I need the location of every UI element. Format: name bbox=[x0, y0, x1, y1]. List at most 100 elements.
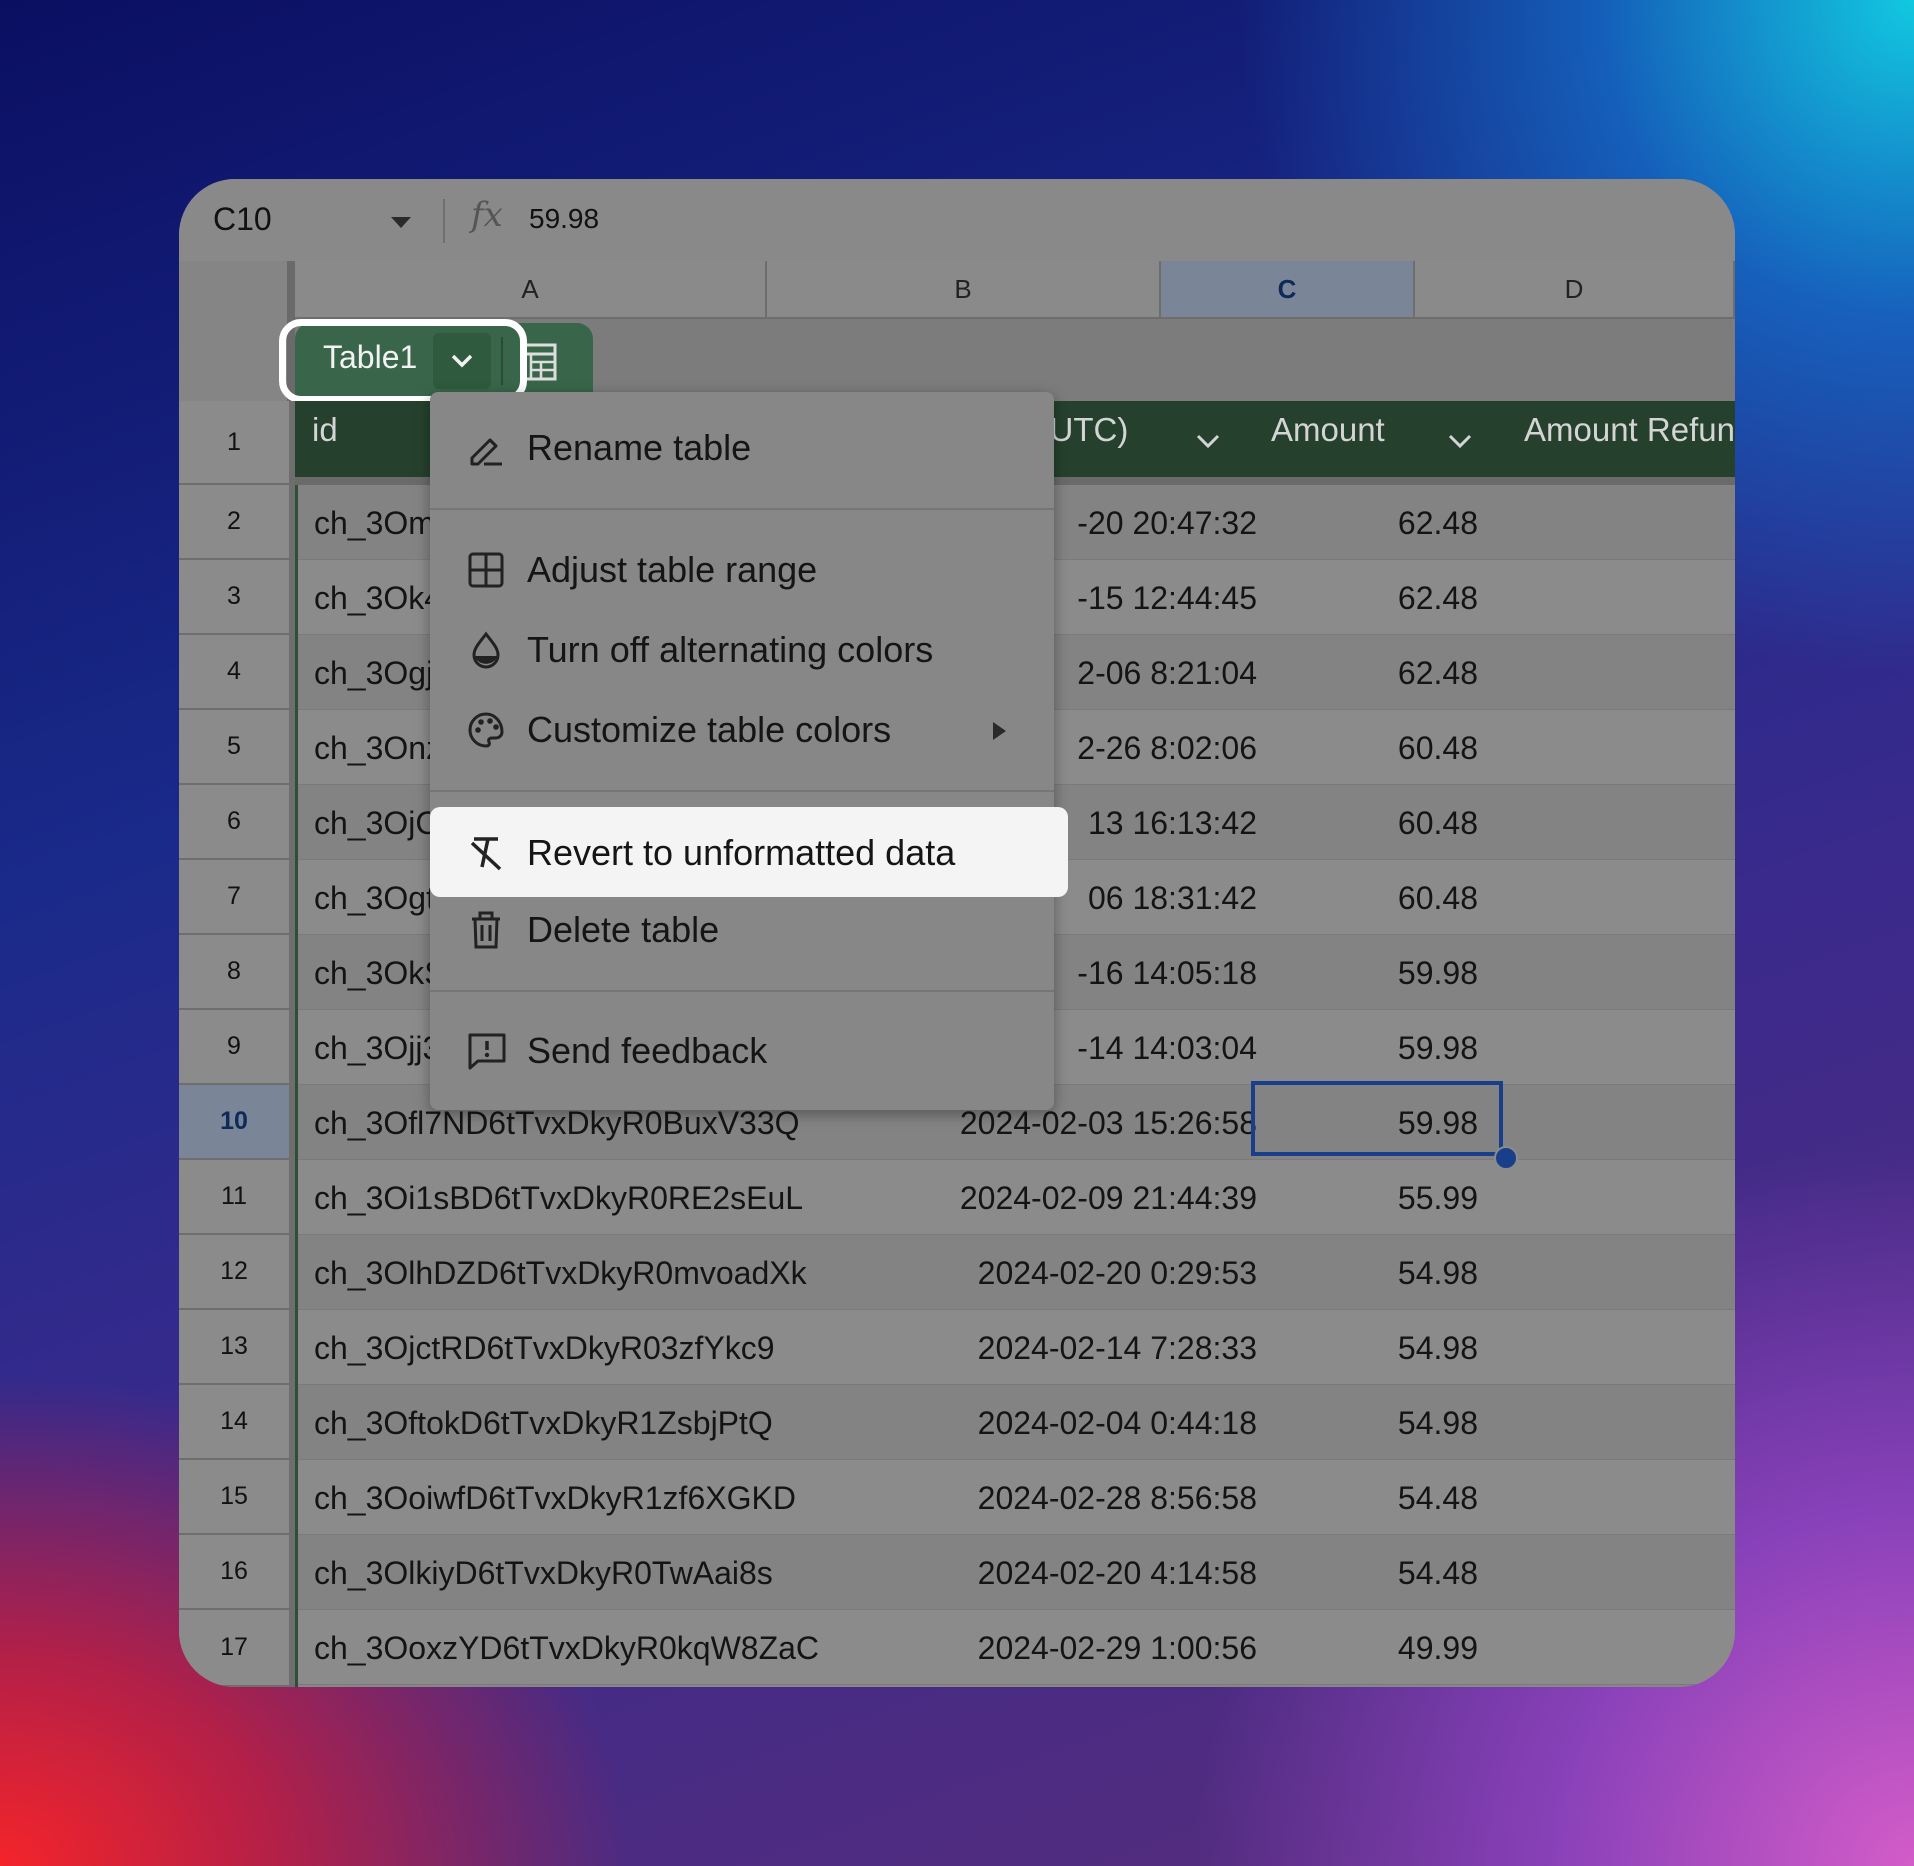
cell-amount[interactable]: 55.99 bbox=[1398, 1180, 1478, 1217]
cell-id[interactable]: ch_3OftokD6tTvxDkyR1ZsbjPtQ bbox=[314, 1405, 773, 1442]
cell-id[interactable]: ch_3OoiwfD6tTvxDkyR1zf6XGKD bbox=[314, 1480, 796, 1517]
cell-amount[interactable]: 49.99 bbox=[1398, 1630, 1478, 1667]
formula-separator bbox=[443, 199, 445, 243]
row-number[interactable]: 6 bbox=[179, 785, 289, 860]
table-chip-highlight bbox=[279, 319, 527, 403]
menu-item-adjust-table-range[interactable]: Adjust table range bbox=[430, 530, 1054, 608]
cell-amount[interactable]: 62.48 bbox=[1398, 655, 1478, 692]
menu-item-send-feedback[interactable]: Send feedback bbox=[430, 1011, 1054, 1089]
selected-cell-c10[interactable] bbox=[1251, 1081, 1503, 1156]
formula-value[interactable]: 59.98 bbox=[529, 203, 599, 235]
cell-date[interactable]: -16 14:05:18 bbox=[1077, 955, 1257, 992]
cell-id[interactable]: ch_3Om bbox=[314, 505, 435, 542]
chevron-down-icon[interactable] bbox=[1447, 433, 1473, 449]
menu-item-label: Send feedback bbox=[527, 1030, 768, 1071]
cell-id[interactable]: ch_3OkS bbox=[314, 955, 446, 992]
cell-id[interactable]: ch_3Ok4 bbox=[314, 580, 442, 617]
cell-date[interactable]: -14 14:03:04 bbox=[1077, 1030, 1257, 1067]
cell-amount[interactable]: 54.48 bbox=[1398, 1555, 1478, 1592]
cell-amount[interactable]: 60.48 bbox=[1398, 730, 1478, 767]
cell-id[interactable]: ch_3Onz bbox=[314, 730, 442, 767]
row-number[interactable]: 10 bbox=[179, 1085, 289, 1160]
row-number[interactable]: 12 bbox=[179, 1235, 289, 1310]
row-number[interactable]: 13 bbox=[179, 1310, 289, 1385]
row-number[interactable]: 7 bbox=[179, 860, 289, 935]
menu-item-label: Delete table bbox=[527, 909, 720, 950]
menu-item-label: Revert to unformatted data bbox=[527, 832, 956, 873]
menu-item-revert-to-unformatted-data[interactable]: Revert to unformatted data bbox=[430, 807, 1068, 897]
cell-id[interactable]: ch_3OjctRD6tTvxDkyR03zfYkc9 bbox=[314, 1330, 775, 1367]
cell-date[interactable]: -15 12:44:45 bbox=[1077, 580, 1257, 617]
cell-amount[interactable]: 54.48 bbox=[1398, 1480, 1478, 1517]
menu-item-turn-off-alternating-colors[interactable]: Turn off alternating colors bbox=[430, 610, 1054, 688]
cell-amount[interactable]: 59.98 bbox=[1398, 955, 1478, 992]
cell-amount[interactable]: 54.98 bbox=[1398, 1330, 1478, 1367]
cell-date[interactable]: 2024-02-20 0:29:53 bbox=[978, 1255, 1257, 1292]
cell-date[interactable]: -20 20:47:32 bbox=[1077, 505, 1257, 542]
row-number[interactable]: 11 bbox=[179, 1160, 289, 1235]
cell-amount[interactable]: 59.98 bbox=[1398, 1030, 1478, 1067]
cell-amount[interactable]: 54.98 bbox=[1398, 1255, 1478, 1292]
name-box-dropdown-icon[interactable] bbox=[391, 217, 411, 228]
row-number[interactable]: 3 bbox=[179, 560, 289, 635]
cell-amount[interactable]: 62.48 bbox=[1398, 580, 1478, 617]
row-number[interactable]: 5 bbox=[179, 710, 289, 785]
cell-id[interactable]: ch_3Ogj bbox=[314, 655, 433, 692]
menu-item-rename-table[interactable]: Rename table bbox=[430, 408, 1054, 486]
row-number[interactable]: 4 bbox=[179, 635, 289, 710]
cell-date[interactable]: 2024-02-28 8:56:58 bbox=[978, 1480, 1257, 1517]
header-amount[interactable]: Amount bbox=[1271, 411, 1385, 449]
table-row: ch_3OftokD6tTvxDkyR1ZsbjPtQ 2024-02-04 0… bbox=[295, 1385, 1735, 1460]
row-number[interactable]: 17 bbox=[179, 1610, 289, 1687]
color-drop-icon bbox=[472, 631, 500, 669]
cell-amount[interactable]: 60.48 bbox=[1398, 805, 1478, 842]
cell-date[interactable]: 2024-02-29 1:00:56 bbox=[978, 1630, 1257, 1667]
table-row: ch_3OjctRD6tTvxDkyR03zfYkc9 2024-02-14 7… bbox=[295, 1310, 1735, 1385]
cell-id[interactable]: ch_3Ofl7ND6tTvxDkyR0BuxV33Q bbox=[314, 1105, 800, 1142]
cell-date[interactable]: 2024-02-09 21:44:39 bbox=[960, 1180, 1257, 1217]
row-number[interactable]: 14 bbox=[179, 1385, 289, 1460]
table-row: ch_3OlkiyD6tTvxDkyR0TwAai8s 2024-02-20 4… bbox=[295, 1535, 1735, 1610]
cell-id[interactable]: ch_3Ogt bbox=[314, 880, 435, 917]
chevron-down-icon[interactable] bbox=[1195, 433, 1221, 449]
cell-date[interactable]: 2-06 8:21:04 bbox=[1077, 655, 1257, 692]
column-header-b[interactable]: B bbox=[767, 261, 1161, 319]
row-number[interactable]: 8 bbox=[179, 935, 289, 1010]
cell-amount[interactable]: 62.48 bbox=[1398, 505, 1478, 542]
feedback-icon bbox=[468, 1033, 506, 1070]
row-number[interactable]: 15 bbox=[179, 1460, 289, 1535]
row-number[interactable]: 2 bbox=[179, 485, 289, 560]
column-header-c[interactable]: C bbox=[1161, 261, 1415, 319]
column-header-a[interactable]: A bbox=[295, 261, 767, 319]
cell-date[interactable]: 2024-02-04 0:44:18 bbox=[978, 1405, 1257, 1442]
cell-id[interactable]: ch_3Ojj3 bbox=[314, 1030, 440, 1067]
menu-item-delete-table[interactable]: Delete table bbox=[430, 890, 1054, 968]
cell-id[interactable]: ch_3Oi1sBD6tTvxDkyR0RE2sEuL bbox=[314, 1180, 803, 1217]
menu-divider bbox=[430, 990, 1054, 992]
row-number[interactable]: 1 bbox=[179, 401, 289, 485]
menu-item-label: Customize table colors bbox=[527, 709, 892, 750]
menu-divider bbox=[430, 508, 1054, 510]
fill-handle[interactable] bbox=[1494, 1146, 1518, 1170]
cell-date[interactable]: 2024-02-20 4:14:58 bbox=[978, 1555, 1257, 1592]
cell-id[interactable]: ch_3OjC bbox=[314, 805, 439, 842]
menu-item-customize-table-colors[interactable]: Customize table colors bbox=[430, 690, 1054, 768]
cell-id[interactable]: ch_3OlkiyD6tTvxDkyR0TwAai8s bbox=[314, 1555, 773, 1592]
cell-date[interactable]: 2-26 8:02:06 bbox=[1077, 730, 1257, 767]
cell-date[interactable]: 06 18:31:42 bbox=[1088, 880, 1257, 917]
cell-date[interactable]: 2024-02-03 15:26:58 bbox=[960, 1105, 1257, 1142]
cell-amount[interactable]: 54.98 bbox=[1398, 1405, 1478, 1442]
cell-id[interactable]: ch_3OlhDZD6tTvxDkyR0mvoadXk bbox=[314, 1255, 807, 1292]
header-id[interactable]: id bbox=[312, 411, 338, 449]
menu-item-label: Rename table bbox=[527, 427, 752, 468]
cell-date[interactable]: 2024-02-14 7:28:33 bbox=[978, 1330, 1257, 1367]
cell-id[interactable]: ch_3OoxzYD6tTvxDkyR0kqW8ZaC bbox=[314, 1630, 819, 1667]
column-header-d[interactable]: D bbox=[1415, 261, 1735, 319]
name-box[interactable]: C10 bbox=[213, 201, 272, 238]
row-number[interactable]: 9 bbox=[179, 1010, 289, 1085]
row-number[interactable]: 16 bbox=[179, 1535, 289, 1610]
cell-amount[interactable]: 60.48 bbox=[1398, 880, 1478, 917]
header-amount-refunded[interactable]: Amount Refun bbox=[1524, 411, 1735, 449]
select-all-corner[interactable] bbox=[179, 261, 295, 401]
cell-date[interactable]: 13 16:13:42 bbox=[1088, 805, 1257, 842]
